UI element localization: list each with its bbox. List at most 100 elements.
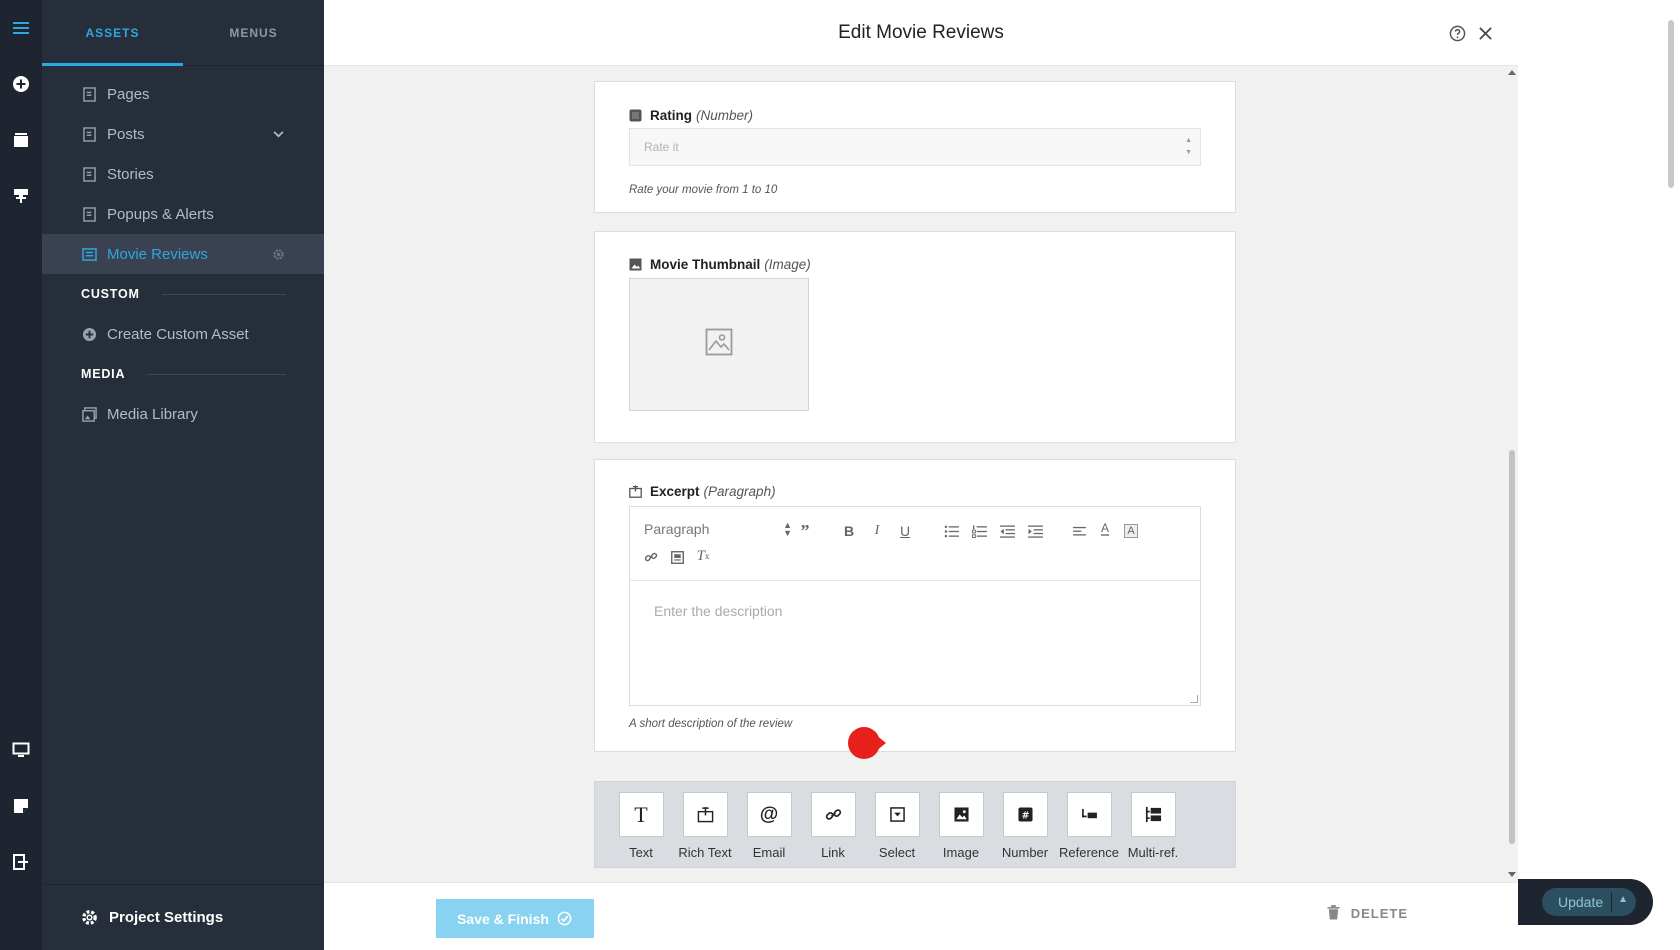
cursor-marker [848, 727, 886, 759]
add-text-field-button[interactable]: T Text [611, 792, 671, 860]
clear-formatting-icon[interactable]: Tx [694, 547, 712, 565]
add-email-field-button[interactable]: @ Email [739, 792, 799, 860]
update-panel: Update ▲ [1518, 879, 1653, 925]
sidebar-item-pages[interactable]: Pages [42, 74, 324, 114]
sidebar-item-media-library[interactable]: Media Library [42, 394, 324, 434]
bold-icon[interactable]: B [840, 522, 858, 540]
italic-icon[interactable]: I [868, 522, 886, 540]
page-icon [81, 126, 97, 142]
svg-text:#: # [1021, 810, 1029, 821]
hamburger-menu-icon[interactable] [9, 16, 33, 40]
add-select-field-button[interactable]: Select [867, 792, 927, 860]
link-icon[interactable] [642, 548, 660, 566]
close-icon[interactable] [1474, 22, 1496, 44]
scroll-thumb[interactable] [1509, 450, 1515, 844]
sidebar-item-movie-reviews[interactable]: Movie Reviews [42, 234, 324, 274]
add-circle-icon[interactable] [9, 72, 33, 96]
add-multi-reference-field-button[interactable]: Multi-ref. [1123, 792, 1183, 860]
rich-text-editor: Paragraph ▲ ▼ ” B I U A A Tx Enter the de [629, 506, 1201, 706]
underline-icon[interactable]: U [896, 522, 914, 540]
field-name: Rating [650, 108, 692, 123]
tab-menus[interactable]: MENUS [183, 0, 324, 65]
field-type-label: Reference [1059, 845, 1119, 860]
image-field-icon [629, 258, 642, 271]
sidebar-item-label: Create Custom Asset [107, 325, 249, 343]
outdent-icon[interactable] [998, 522, 1016, 540]
field-type-label: Text [629, 845, 653, 860]
gear-icon[interactable] [270, 246, 286, 262]
field-type-label: Multi-ref. [1127, 845, 1179, 860]
chevron-up-icon[interactable]: ▲ [1618, 894, 1628, 905]
reference-type-icon [1066, 792, 1112, 837]
select-type-icon [874, 792, 920, 837]
bullet-list-icon[interactable] [942, 522, 960, 540]
select-arrows-icon: ▲ ▼ [783, 520, 792, 538]
indent-icon[interactable] [1026, 522, 1044, 540]
page-icon [81, 206, 97, 222]
sidebar-item-posts[interactable]: Posts [42, 114, 324, 154]
notes-icon[interactable] [9, 794, 33, 818]
update-label: Update [1558, 894, 1604, 910]
add-image-field-button[interactable]: Image [931, 792, 991, 860]
field-name: Movie Thumbnail [650, 257, 761, 272]
icon-rail [0, 0, 42, 950]
sidebar-item-label: Movie Reviews [107, 245, 208, 263]
paragraph-field-icon [629, 485, 642, 498]
add-rich-text-field-button[interactable]: Rich Text [675, 792, 735, 860]
add-number-field-button[interactable]: # Number [995, 792, 1055, 860]
asset-sidebar: ASSETS MENUS Pages Posts Stories Popups … [42, 0, 324, 950]
edit-modal: Edit Movie Reviews Rating (Number) Rate … [324, 0, 1518, 950]
scroll-down-icon[interactable] [1508, 872, 1516, 877]
rating-hint: Rate your movie from 1 to 10 [629, 184, 778, 196]
trash-icon [1327, 905, 1341, 921]
page-title: Edit Movie Reviews [838, 21, 1004, 43]
align-icon[interactable] [1070, 522, 1088, 540]
numbered-list-icon[interactable] [970, 522, 988, 540]
check-circle-icon [557, 911, 573, 927]
update-button[interactable]: Update ▲ [1542, 888, 1636, 916]
field-type-label: Image [942, 845, 980, 860]
sidebar-item-label: Posts [107, 125, 145, 143]
background-color-icon[interactable]: A [1122, 522, 1140, 540]
field-type: (Number) [696, 108, 754, 123]
excerpt-field-label: Excerpt (Paragraph) [629, 484, 776, 499]
paragraph-format-select[interactable]: Paragraph ▲ ▼ [644, 520, 792, 538]
paint-roller-icon[interactable] [9, 184, 33, 208]
sidebar-item-label: Media Library [107, 405, 198, 423]
sidebar-item-stories[interactable]: Stories [42, 154, 324, 194]
button-divider [1611, 892, 1612, 912]
save-finish-button[interactable]: Save & Finish [436, 899, 594, 938]
text-color-icon[interactable]: A [1096, 520, 1114, 538]
sidebar-item-label: Popups & Alerts [107, 205, 214, 223]
page-scrollbar-thumb[interactable] [1668, 20, 1674, 188]
add-reference-field-button[interactable]: Reference [1059, 792, 1119, 860]
add-link-field-button[interactable]: Link [803, 792, 863, 860]
rating-number-input[interactable]: Rate it ▲ ▼ [629, 128, 1201, 166]
thumbnail-field-card: Movie Thumbnail (Image) [594, 231, 1236, 443]
sidebar-item-popups-alerts[interactable]: Popups & Alerts [42, 194, 324, 234]
section-title: MEDIA [81, 367, 126, 381]
create-custom-asset-link[interactable]: Create Custom Asset [42, 314, 324, 354]
layers-icon[interactable] [9, 128, 33, 152]
tab-assets[interactable]: ASSETS [42, 0, 183, 66]
excerpt-textarea[interactable]: Enter the description [630, 581, 1200, 641]
chevron-down-icon[interactable] [270, 126, 286, 142]
help-icon[interactable] [1446, 22, 1468, 44]
section-divider [147, 373, 286, 375]
modal-scrollbar[interactable] [1506, 66, 1518, 882]
resize-handle[interactable] [1190, 695, 1198, 703]
embed-media-icon[interactable] [668, 548, 686, 566]
number-stepper[interactable]: ▲ ▼ [1185, 135, 1192, 159]
desktop-preview-icon[interactable] [9, 738, 33, 762]
scroll-up-icon[interactable] [1508, 70, 1516, 75]
thumbnail-upload-area[interactable] [629, 278, 809, 411]
project-settings-button[interactable]: Project Settings [42, 884, 324, 950]
editor-toolbar: Paragraph ▲ ▼ ” B I U A A Tx [630, 507, 1200, 581]
sidebar-item-label: Stories [107, 165, 154, 183]
modal-footer: Save & Finish DELETE [324, 882, 1518, 950]
page-background-right [1518, 0, 1680, 950]
blockquote-icon[interactable]: ” [796, 521, 814, 541]
logout-icon[interactable] [9, 850, 33, 874]
add-circle-icon [81, 326, 97, 342]
delete-button[interactable]: DELETE [1327, 905, 1408, 921]
